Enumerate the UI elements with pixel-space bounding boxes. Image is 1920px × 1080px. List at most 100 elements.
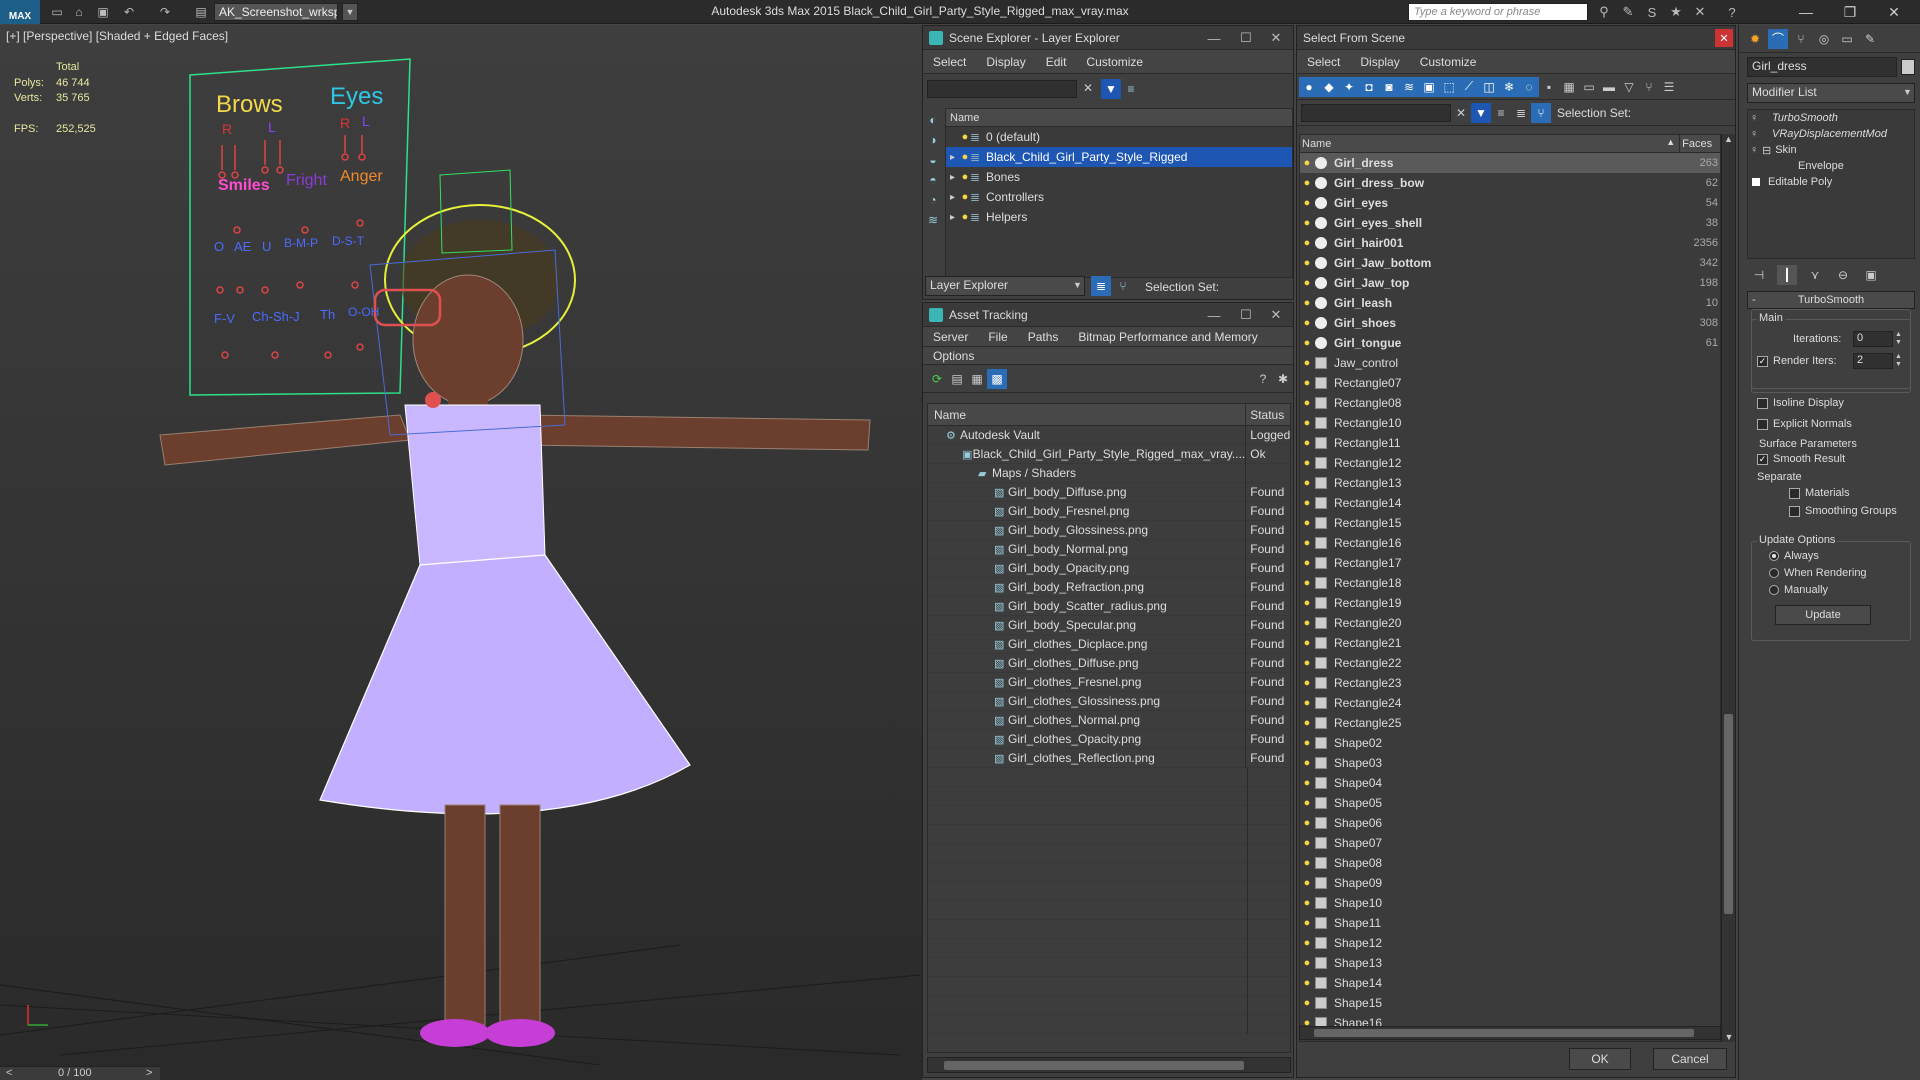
light-bulb-icon[interactable]: ● xyxy=(1302,177,1312,189)
save-icon[interactable]: ▣ xyxy=(94,3,112,21)
explorer-type-dropdown[interactable]: Layer Explorer xyxy=(925,276,1085,296)
sfs-filter-toggle-icon[interactable]: ▼ xyxy=(1471,102,1491,123)
object-row[interactable]: ● Rectangle17 xyxy=(1300,553,1720,573)
asset-settings-icon[interactable]: ✱ xyxy=(1273,369,1293,389)
configure-sets-icon[interactable]: ▣ xyxy=(1861,265,1881,285)
help-icon[interactable]: ? xyxy=(1722,3,1742,21)
utilities-tab-icon[interactable]: ✎ xyxy=(1860,29,1880,49)
light-bulb-icon[interactable]: ● xyxy=(1302,977,1312,989)
sfs-menu-display[interactable]: Display xyxy=(1350,55,1409,69)
sfs-lights-filter-icon[interactable]: ✦ xyxy=(1339,76,1359,97)
asset-row[interactable]: ▧ Girl_body_Normal.png Found xyxy=(928,539,1290,559)
workspace-dropdown[interactable]: AK_Screenshot_wrksp xyxy=(214,3,338,21)
light-bulb-icon[interactable]: ● xyxy=(1302,697,1312,709)
asset-row[interactable]: ▧ Girl_body_Scatter_radius.png Found xyxy=(928,596,1290,616)
light-bulb-icon[interactable]: ● xyxy=(1302,897,1312,909)
object-row[interactable]: ● Girl_eyes 54 xyxy=(1300,193,1720,213)
time-slider[interactable]: < 0 / 100 > xyxy=(0,1066,160,1080)
asset-menu-options[interactable]: Options xyxy=(923,349,984,363)
display-helpers-icon[interactable]: ◔ xyxy=(925,190,941,210)
light-bulb-icon[interactable]: ● xyxy=(1302,817,1312,829)
smooth-result-checkbox[interactable]: ✓ Smooth Result xyxy=(1757,453,1845,465)
select-from-scene-close-icon[interactable]: ✕ xyxy=(1715,29,1733,47)
sfs-v-scrollbar[interactable]: ▲ ▼ xyxy=(1721,134,1735,1042)
remove-modifier-icon[interactable]: ⊖ xyxy=(1833,265,1853,285)
sfs-groups-filter-icon[interactable]: ▣ xyxy=(1419,76,1439,97)
light-bulb-icon[interactable]: ● xyxy=(1302,157,1312,169)
object-row[interactable]: ● Rectangle18 xyxy=(1300,573,1720,593)
turbosmooth-rollout-header[interactable]: - TurboSmooth xyxy=(1747,291,1915,309)
object-row[interactable]: ● Shape11 xyxy=(1300,913,1720,933)
close-window-icon[interactable]: ✕ xyxy=(1872,0,1916,24)
object-row[interactable]: ● Shape10 xyxy=(1300,893,1720,913)
scene-explorer-clear-icon[interactable]: ✕ xyxy=(1083,81,1093,95)
object-row[interactable]: ● Shape12 xyxy=(1300,933,1720,953)
project-folder-icon[interactable]: ▤ xyxy=(192,3,210,21)
light-bulb-icon[interactable]: ● xyxy=(1302,997,1312,1009)
object-row[interactable]: ● Shape13 xyxy=(1300,953,1720,973)
object-color-swatch[interactable] xyxy=(1901,59,1915,75)
asset-menu-file[interactable]: File xyxy=(978,330,1017,344)
light-bulb-icon[interactable]: ● xyxy=(1302,597,1312,609)
object-row[interactable]: ● Girl_tongue 61 xyxy=(1300,333,1720,353)
asset-row[interactable]: ▧ Girl_body_Refraction.png Found xyxy=(928,577,1290,597)
stack-item-vraydisplacement[interactable]: ♀ VRayDisplacementMod xyxy=(1748,126,1914,142)
layer-row[interactable]: ▸ ● ≣ Controllers xyxy=(946,187,1292,207)
light-bulb-icon[interactable]: ● xyxy=(1302,457,1312,469)
scene-explorer-close-icon[interactable]: ✕ xyxy=(1261,26,1291,50)
object-row[interactable]: ● Rectangle24 xyxy=(1300,693,1720,713)
asset-row[interactable]: ▧ Girl_clothes_Reflection.png Found xyxy=(928,748,1290,768)
scene-explorer-search-input[interactable] xyxy=(927,80,1077,98)
asset-tracking-titlebar[interactable]: Asset Tracking — ☐ ✕ xyxy=(923,303,1293,327)
update-when-rendering-radio[interactable]: When Rendering xyxy=(1769,567,1867,579)
time-slider-prev-icon[interactable]: < xyxy=(6,1067,12,1079)
asset-row[interactable]: ▧ Girl_body_Glossiness.png Found xyxy=(928,520,1290,540)
sfs-xrefs-filter-icon[interactable]: ⬚ xyxy=(1439,76,1459,97)
light-bulb-icon[interactable]: ● xyxy=(1302,357,1312,369)
pin-stack-icon[interactable]: ⊣ xyxy=(1749,265,1769,285)
update-button[interactable]: Update xyxy=(1775,605,1871,625)
layer-tree-header-name[interactable]: Name xyxy=(946,109,1292,127)
open-file-icon[interactable]: ⌂ xyxy=(70,3,88,21)
light-bulb-icon[interactable]: ● xyxy=(1302,417,1312,429)
object-row[interactable]: ● Rectangle14 xyxy=(1300,493,1720,513)
light-bulb-icon[interactable]: ● xyxy=(1302,797,1312,809)
light-bulb-icon[interactable]: ● xyxy=(1302,857,1312,869)
layer-toggle-icon[interactable]: ≣ xyxy=(1091,276,1111,296)
restore-window-icon[interactable]: ❐ xyxy=(1828,0,1872,24)
perspective-viewport[interactable]: [+] [Perspective] [Shaded + Edged Faces]… xyxy=(0,25,922,1080)
asset-menu-server[interactable]: Server xyxy=(923,330,978,344)
light-bulb-icon[interactable]: ● xyxy=(1302,497,1312,509)
object-row[interactable]: ● Shape15 xyxy=(1300,993,1720,1013)
sfs-filter-options-icon[interactable]: ≡ xyxy=(1491,103,1511,123)
asset-row[interactable]: ▧ Girl_body_Diffuse.png Found xyxy=(928,482,1290,502)
light-bulb-icon[interactable]: ● xyxy=(1302,337,1312,349)
display-cameras-icon[interactable]: ◓ xyxy=(925,170,941,190)
sfs-hidden-filter-icon[interactable]: ◌ xyxy=(1519,76,1539,97)
object-row[interactable]: ● Rectangle23 xyxy=(1300,673,1720,693)
stack-item-turbosmooth[interactable]: ♀ TurboSmooth xyxy=(1748,110,1914,126)
scene-explorer-menu-customize[interactable]: Customize xyxy=(1076,55,1153,69)
subscription-icon[interactable]: S xyxy=(1642,3,1662,21)
sfs-invert-icon[interactable]: ▬ xyxy=(1599,77,1619,97)
asset-h-scrollbar[interactable] xyxy=(927,1057,1291,1073)
object-row[interactable]: ● Girl_Jaw_bottom 342 xyxy=(1300,253,1720,273)
sfs-cameras-filter-icon[interactable]: ◘ xyxy=(1359,76,1379,97)
object-row[interactable]: ● Rectangle20 xyxy=(1300,613,1720,633)
object-row[interactable]: ● Rectangle12 xyxy=(1300,453,1720,473)
object-name-field[interactable]: Girl_dress xyxy=(1747,57,1897,77)
light-bulb-icon[interactable]: ● xyxy=(1302,777,1312,789)
display-shapes-icon[interactable]: ◑ xyxy=(925,130,941,150)
leash-control-handle[interactable] xyxy=(425,392,441,408)
sfs-display-all-icon[interactable]: ▪ xyxy=(1539,77,1559,97)
layer-row[interactable]: ▸ ● ≣ Helpers xyxy=(946,207,1292,227)
object-row[interactable]: ● Rectangle21 xyxy=(1300,633,1720,653)
expand-arrow-icon[interactable]: ▸ xyxy=(946,172,960,183)
sfs-menu-customize[interactable]: Customize xyxy=(1410,55,1487,69)
light-bulb-icon[interactable]: ● xyxy=(1302,837,1312,849)
light-bulb-icon[interactable]: ● xyxy=(960,151,970,163)
scene-explorer-minimize-icon[interactable]: — xyxy=(1199,26,1229,50)
select-from-scene-titlebar[interactable]: Select From Scene ✕ xyxy=(1297,26,1735,50)
update-manually-radio[interactable]: Manually xyxy=(1769,584,1828,596)
sfs-frozen-filter-icon[interactable]: ❄ xyxy=(1499,76,1519,97)
